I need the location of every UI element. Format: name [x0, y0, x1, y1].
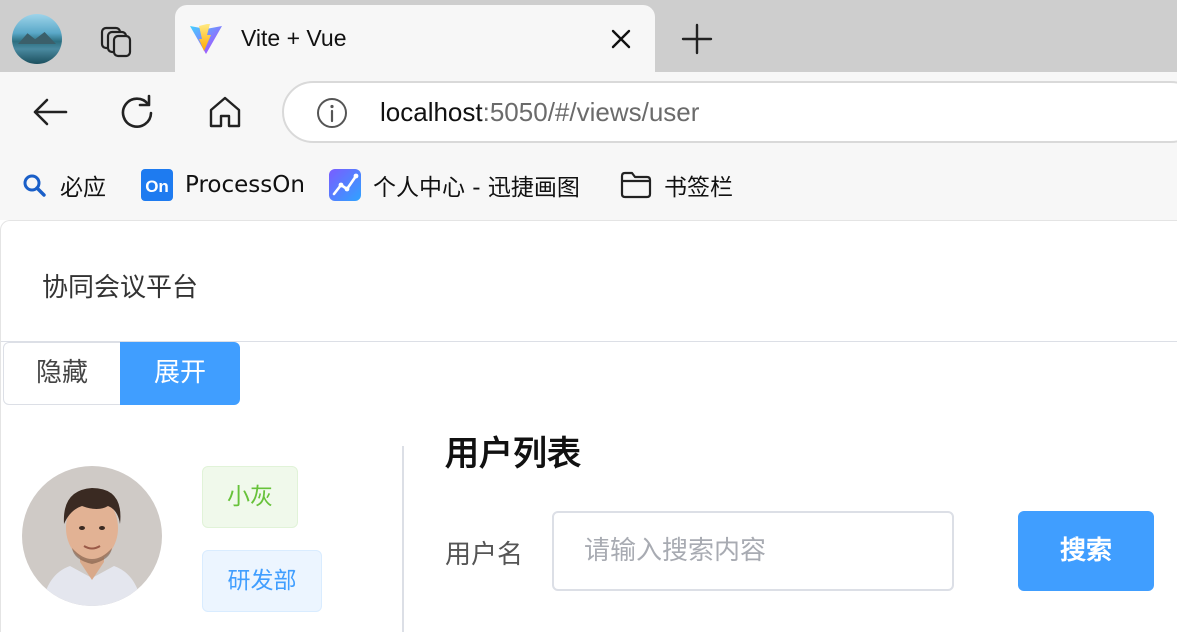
bookmark-folder[interactable]: 书签栏 — [620, 168, 733, 202]
url-path: :5050/#/views/user — [482, 97, 700, 127]
url-text[interactable]: localhost:5050/#/views/user — [380, 97, 699, 128]
close-tab-icon[interactable] — [609, 27, 633, 51]
hide-sidebar-button[interactable]: 隐藏 — [3, 342, 121, 405]
username-label: 用户名 — [445, 540, 524, 570]
bookmark-bing[interactable]: 必应 — [22, 168, 106, 202]
bookmark-label: 必应 — [60, 175, 106, 201]
page-viewport: 协同会议平台 隐藏 展开 小灰 研发部 用户列表 用户名 搜索 — [0, 220, 1177, 632]
search-button[interactable]: 搜索 — [1018, 511, 1154, 591]
browser-tab-strip: Vite + Vue — [0, 0, 1177, 72]
reload-icon[interactable] — [117, 92, 157, 132]
new-tab-icon[interactable] — [680, 22, 714, 56]
bookmark-label: 书签栏 — [664, 175, 733, 201]
address-bar[interactable]: localhost:5050/#/views/user — [282, 81, 1177, 143]
profile-avatar[interactable] — [12, 14, 62, 64]
tab-title: Vite + Vue — [241, 25, 347, 51]
search-input[interactable] — [552, 511, 954, 591]
browser-toolbar: localhost:5050/#/views/user — [0, 72, 1177, 154]
vite-logo-icon — [190, 24, 222, 54]
processon-icon: On — [141, 169, 173, 201]
vertical-divider — [402, 446, 404, 632]
department-tag: 研发部 — [202, 550, 322, 612]
page-title: 用户列表 — [445, 434, 581, 474]
active-tab[interactable]: Vite + Vue — [175, 5, 655, 72]
bookmark-label: 个人中心 - 迅捷画图 — [373, 175, 580, 201]
bookmarks-bar: 必应 On ProcessOn 个人中心 - 迅捷画图 书签栏 — [0, 154, 1177, 220]
folder-icon — [620, 171, 652, 199]
site-info-icon[interactable] — [316, 97, 348, 129]
tab-actions-icon[interactable] — [96, 20, 136, 60]
site-title: 协同会议平台 — [42, 273, 199, 303]
svg-text:On: On — [145, 177, 169, 196]
url-host: localhost — [380, 97, 483, 127]
bookmark-label: ProcessOn — [185, 172, 305, 198]
bookmark-xunjie[interactable]: 个人中心 - 迅捷画图 — [329, 168, 580, 202]
expand-sidebar-button[interactable]: 展开 — [120, 342, 240, 405]
search-icon — [23, 174, 46, 197]
username-tag: 小灰 — [202, 466, 298, 528]
xunjie-icon — [329, 169, 361, 201]
user-avatar — [22, 466, 162, 606]
app-header: 协同会议平台 — [1, 221, 1177, 342]
bookmark-processon[interactable]: On ProcessOn — [141, 168, 305, 202]
home-icon[interactable] — [205, 92, 245, 132]
back-arrow-icon[interactable] — [30, 92, 70, 132]
